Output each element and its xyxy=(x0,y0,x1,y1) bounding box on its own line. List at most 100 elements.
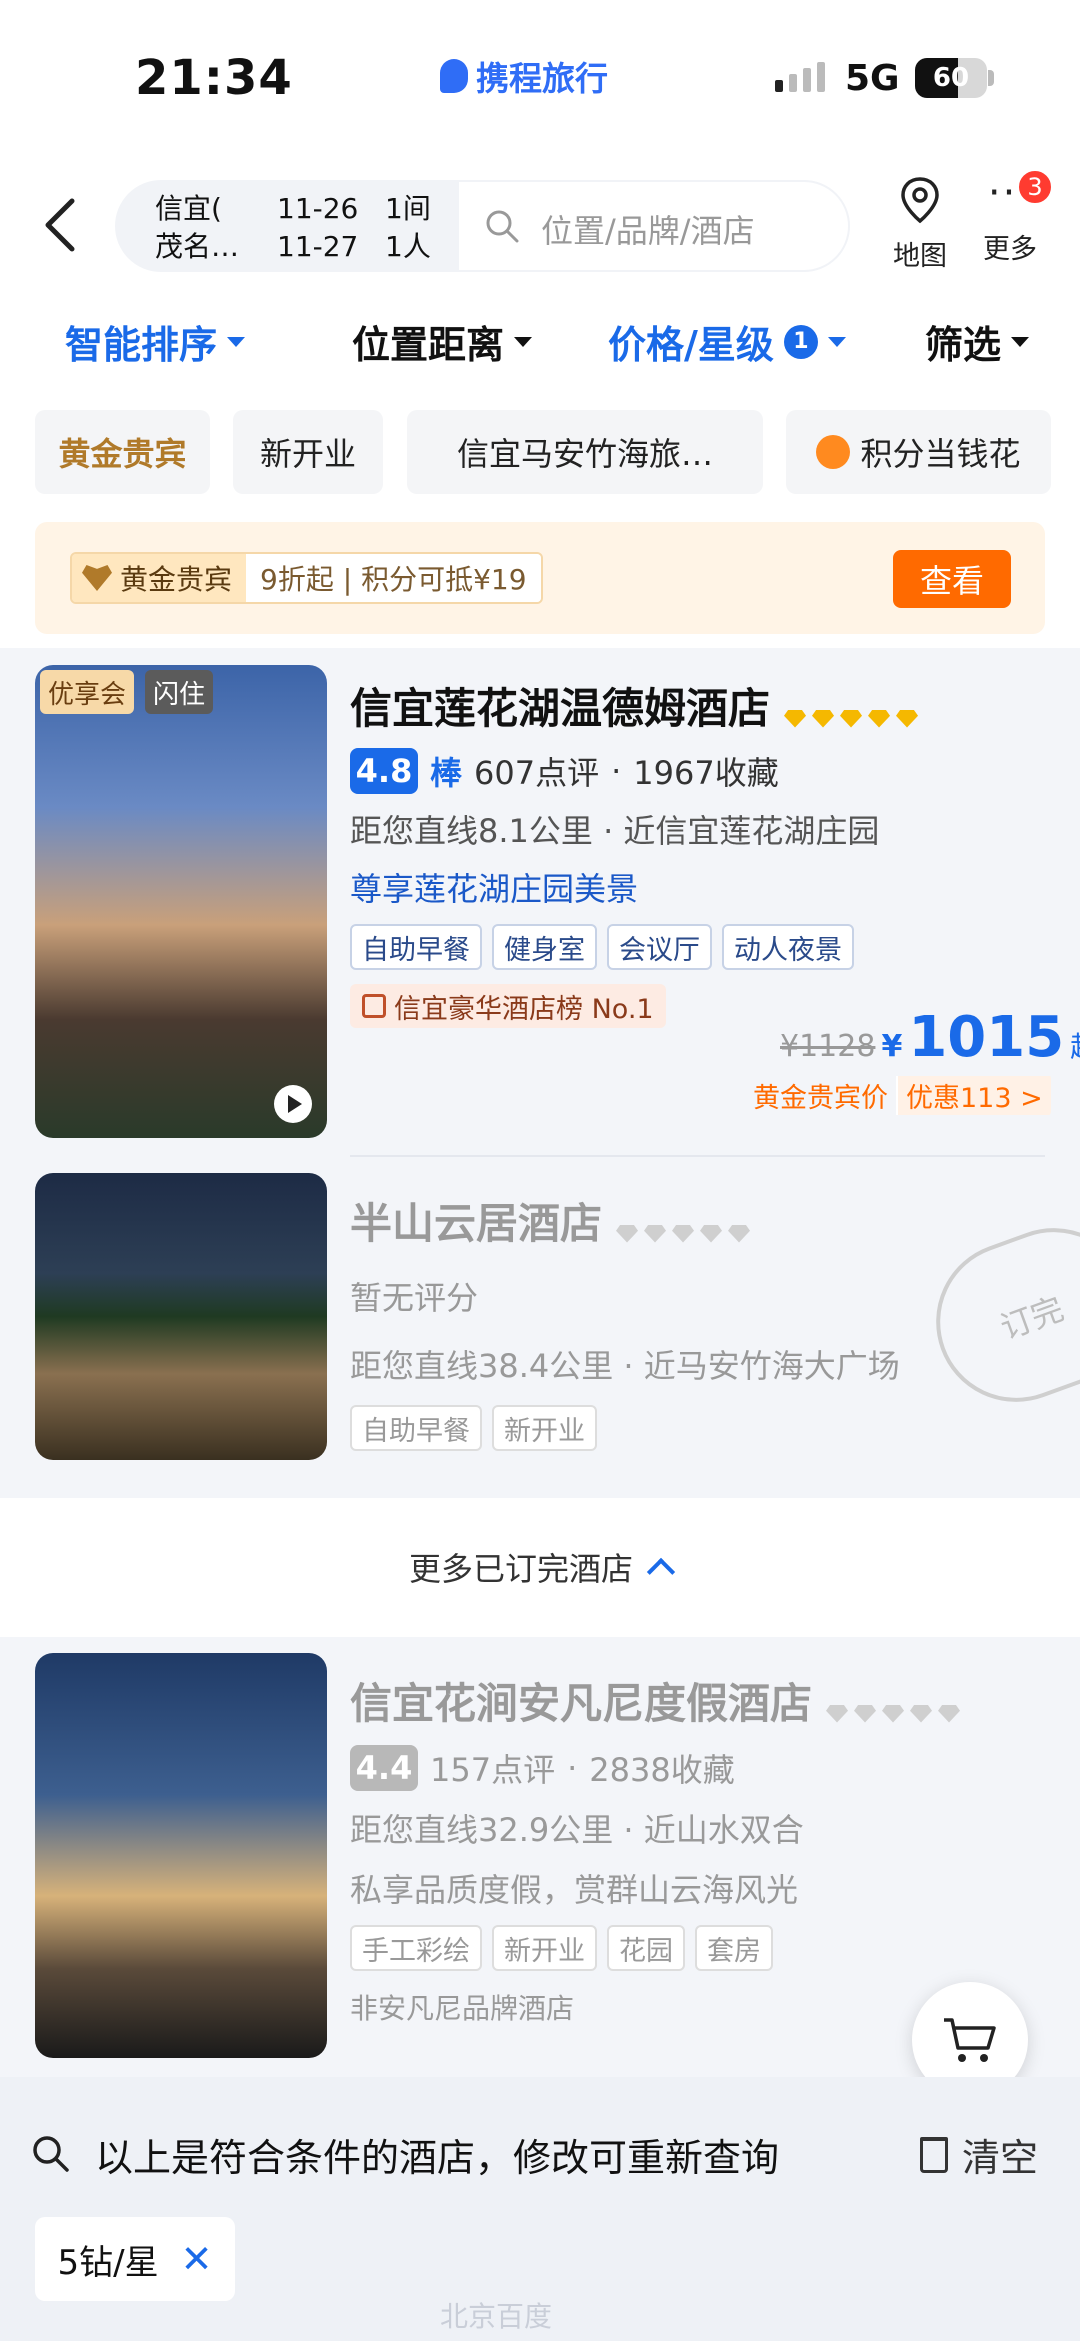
filter-chip-label: 5钻/星 xyxy=(57,2242,159,2283)
hotel-card-1[interactable]: 信宜莲花湖温德姆酒店 4.8 棒 607点评 · 1967收藏 距您直线8.1公… xyxy=(350,675,1050,1028)
chip-new-open[interactable]: 新开业 xyxy=(233,410,383,494)
gold-vip-banner: 黄金贵宾 9折起 | 积分可抵¥19 查看 xyxy=(35,522,1045,634)
chip-gold-vip[interactable]: 黄金贵宾 xyxy=(35,410,210,494)
view-button[interactable]: 查看 xyxy=(893,550,1011,608)
price-row: ¥1128 ¥ 1015 起 xyxy=(780,1005,1080,1070)
tag-shanzhu: 闪住 xyxy=(145,670,214,714)
chip-location[interactable]: 信宜马安竹海旅… xyxy=(407,410,763,494)
sort-filter[interactable]: 筛选 xyxy=(925,314,1030,369)
status-time: 21:34 xyxy=(135,50,293,106)
diamond-rating-icon xyxy=(784,709,919,728)
hotel-image[interactable]: 优享会 闪住 xyxy=(35,665,327,1138)
ctrip-logo-icon xyxy=(440,59,468,93)
search-bar[interactable]: 信宜( 茂名… 11-26 11-27 1间 1人 位置/品牌/酒店 xyxy=(115,180,850,272)
dot-separator: · xyxy=(611,752,622,790)
sort-distance-label: 位置距离 xyxy=(352,323,505,367)
gold-vip-desc: 9折起 | 积分可抵¥19 xyxy=(246,554,541,602)
search-rooms[interactable]: 1间 1人 xyxy=(385,190,431,266)
trash-icon xyxy=(920,2136,948,2173)
gold-vip-tag: 黄金贵宾 9折起 | 积分可抵¥19 xyxy=(70,552,543,604)
feature-tag: 自助早餐 xyxy=(350,1405,482,1451)
battery-nub xyxy=(988,70,994,86)
map-pin-icon xyxy=(901,177,939,224)
feature-tag: 自助早餐 xyxy=(350,924,482,970)
search-city[interactable]: 信宜( 茂名… xyxy=(155,190,239,266)
tag-youxianghui: 优享会 xyxy=(40,670,135,714)
member-price-tag[interactable]: 黄金贵宾价 优惠113 > xyxy=(745,1073,1051,1117)
close-icon[interactable]: ✕ xyxy=(181,2237,213,2281)
hotel-card-3[interactable]: 信宜花涧安凡尼度假酒店 4.4 157点评 · 2838收藏 距您直线32.9公… xyxy=(350,1670,1050,2027)
hotel-name: 信宜莲花湖温德姆酒店 xyxy=(350,684,771,733)
signal-icon xyxy=(775,62,825,92)
caret-down-icon xyxy=(1011,336,1030,347)
rank-badge[interactable]: 信宜豪华酒店榜 No.1 xyxy=(350,984,666,1028)
hotel-image[interactable] xyxy=(35,1653,327,2058)
hotel-distance: 距您直线8.1公里 · 近信宜莲花湖庄园 xyxy=(350,812,880,850)
score-badge: 4.4 xyxy=(350,1745,418,1791)
member-price-label: 黄金贵宾价 xyxy=(753,1082,888,1114)
hotel-name: 半山云居酒店 xyxy=(350,1199,603,1248)
play-icon[interactable] xyxy=(274,1085,312,1123)
feature-tag: 会议厅 xyxy=(607,924,712,970)
price-suffix: 起 xyxy=(1070,1025,1080,1065)
sort-filter-label: 筛选 xyxy=(925,323,1002,367)
fav-count: 2838收藏 xyxy=(589,1751,735,1789)
diamond-rating-icon xyxy=(826,1704,961,1723)
chip-points[interactable]: 积分当钱花 xyxy=(786,410,1051,494)
battery-icon: 60 xyxy=(915,58,987,98)
search-dates[interactable]: 11-26 11-27 xyxy=(277,190,358,266)
caret-down-icon xyxy=(827,336,846,347)
discount-label: 优惠113 > xyxy=(896,1075,1051,1115)
hotel-promo: 私享品质度假，赏群山云海风光 xyxy=(350,1871,799,1909)
rank-icon xyxy=(362,994,386,1018)
feature-tag: 健身室 xyxy=(492,924,597,970)
map-label: 地图 xyxy=(893,241,947,272)
feature-tag: 动人夜景 xyxy=(722,924,854,970)
feature-tag: 手工彩绘 xyxy=(350,1925,482,1971)
more-badge: 3 xyxy=(1016,168,1054,206)
score-word: 棒 xyxy=(430,754,463,792)
clear-button[interactable]: 清空 xyxy=(920,2127,1038,2182)
map-button[interactable]: 地图 xyxy=(885,175,955,273)
divider xyxy=(350,1155,1045,1157)
review-count: 607点评 xyxy=(474,754,600,792)
sort-price[interactable]: 价格/星级 1 xyxy=(608,314,846,369)
chevron-up-icon xyxy=(646,1557,676,1587)
clear-label: 清空 xyxy=(962,2136,1039,2180)
gold-vip-tag-label: 黄金贵宾 xyxy=(120,563,233,596)
more-booked-toggle[interactable]: 更多已订完酒店 xyxy=(0,1502,1080,1632)
app-logo: 携程旅行 xyxy=(440,52,608,100)
hotel-promo: 尊享莲花湖庄园美景 xyxy=(350,870,639,908)
hotel-name: 信宜花涧安凡尼度假酒店 xyxy=(350,1679,813,1728)
review-count: 157点评 xyxy=(430,1751,556,1789)
sort-smart[interactable]: 智能排序 xyxy=(65,314,246,369)
sort-price-badge: 1 xyxy=(783,324,818,359)
search-icon xyxy=(486,210,519,243)
diamond-rating-icon xyxy=(616,1224,751,1243)
dot-separator: · xyxy=(567,1749,578,1787)
battery-level: 60 xyxy=(932,63,970,93)
price-currency: ¥ xyxy=(881,1029,903,1064)
keyword-search-field[interactable]: 位置/品牌/酒店 xyxy=(457,180,850,272)
hotel-distance: 距您直线32.9公里 · 近山水双合 xyxy=(350,1811,804,1849)
caret-down-icon xyxy=(514,336,533,347)
search-icon xyxy=(33,2136,69,2172)
shopping-cart-icon xyxy=(944,2018,996,2062)
feature-tag: 新开业 xyxy=(492,1405,597,1451)
watermark: 北京百度 xyxy=(440,2300,553,2333)
hotel-image[interactable] xyxy=(35,1173,327,1460)
active-filter-chip[interactable]: 5钻/星 ✕ xyxy=(35,2217,235,2301)
app-logo-text: 携程旅行 xyxy=(476,59,608,98)
network-label: 5G xyxy=(845,58,900,99)
sort-price-label: 价格/星级 xyxy=(608,323,774,367)
coin-icon xyxy=(816,435,851,469)
caret-down-icon xyxy=(227,336,246,347)
bottom-hint: 以上是符合条件的酒店，修改可重新查询 xyxy=(95,2136,780,2180)
sort-distance[interactable]: 位置距离 xyxy=(352,314,533,369)
feature-tag: 套房 xyxy=(695,1925,773,1971)
back-arrow-icon[interactable] xyxy=(40,195,80,255)
more-label: 更多 xyxy=(983,234,1037,265)
search-placeholder: 位置/品牌/酒店 xyxy=(541,212,755,250)
vip-heart-icon xyxy=(82,565,112,591)
more-booked-label: 更多已订完酒店 xyxy=(408,1550,633,1588)
